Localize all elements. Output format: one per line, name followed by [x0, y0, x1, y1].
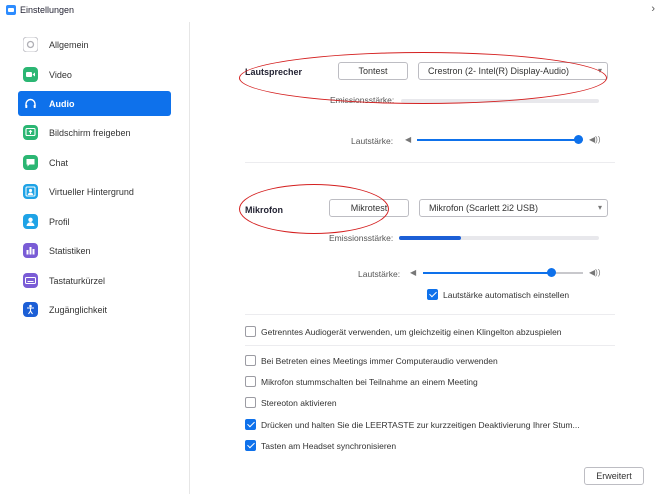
sidebar-item-label: Zugänglichkeit: [49, 305, 108, 315]
microphone-device-value: Mikrofon (Scarlett 2i2 USB): [429, 203, 539, 213]
accessibility-icon: [23, 302, 38, 317]
share-screen-icon: [23, 125, 38, 140]
sidebar-item-statistiken[interactable]: Statistiken: [18, 238, 171, 263]
option-label: Stereoton aktivieren: [261, 398, 337, 408]
gear-icon: [23, 37, 38, 52]
speaker-device-value: Crestron (2- Intel(R) Display-Audio): [428, 66, 570, 76]
checkbox-box[interactable]: [245, 440, 256, 451]
profile-icon: [23, 214, 38, 229]
checkbox-box[interactable]: [245, 376, 256, 387]
keyboard-icon: [23, 273, 38, 288]
speaker-test-button[interactable]: Tontest: [338, 62, 408, 80]
speaker-device-select[interactable]: Crestron (2- Intel(R) Display-Audio) ▾: [418, 62, 608, 80]
close-icon[interactable]: ›: [651, 3, 655, 15]
slider-knob[interactable]: [547, 268, 556, 277]
option-label: Bei Betreten eines Meetings immer Comput…: [261, 356, 498, 366]
microphone-device-select[interactable]: Mikrofon (Scarlett 2i2 USB) ▾: [419, 199, 608, 217]
section-divider: [245, 345, 615, 346]
advanced-button[interactable]: Erweitert: [584, 467, 644, 485]
sidebar-item-label: Audio: [49, 99, 75, 109]
microphone-volume-slider[interactable]: [423, 267, 583, 279]
slider-track-fill: [423, 272, 551, 274]
settings-sidebar: Allgemein Video Audio Bildschirm freigeb…: [0, 22, 190, 494]
option-label: Tasten am Headset synchronisieren: [261, 441, 397, 451]
slider-track-fill: [417, 139, 578, 141]
zoom-app-icon: [6, 5, 16, 15]
sidebar-item-bildschirm-freigeben[interactable]: Bildschirm freigeben: [18, 120, 171, 145]
chat-icon: [23, 155, 38, 170]
sidebar-item-profil[interactable]: Profil: [18, 209, 171, 234]
microphone-high-icon: ◀)): [589, 268, 601, 277]
option-label: Mikrofon stummschalten bei Teilnahme an …: [261, 377, 478, 387]
sidebar-item-label: Chat: [49, 158, 69, 168]
headphones-icon: [23, 96, 38, 111]
sidebar-item-audio[interactable]: Audio: [18, 91, 171, 116]
speaker-output-level-label: Emissionsstärke:: [330, 95, 395, 105]
title-bar: Einstellungen ›: [0, 0, 661, 22]
sidebar-item-virtueller-hintergrund[interactable]: Virtueller Hintergrund: [18, 179, 171, 204]
speaker-volume-slider[interactable]: [417, 134, 583, 146]
section-divider: [245, 314, 615, 315]
audio-settings-panel: Lautsprecher Tontest Crestron (2- Intel(…: [191, 22, 661, 494]
sidebar-item-chat[interactable]: Chat: [18, 150, 171, 175]
option-label: Getrenntes Audiogerät verwenden, um glei…: [261, 327, 562, 337]
checkbox-box[interactable]: [245, 397, 256, 408]
sidebar-item-allgemein[interactable]: Allgemein: [18, 32, 171, 57]
sidebar-item-label: Statistiken: [49, 246, 91, 256]
checkbox-box[interactable]: [245, 326, 256, 337]
speaker-label: Lautsprecher: [245, 67, 303, 77]
sidebar-item-label: Profil: [49, 217, 70, 227]
checkbox-box[interactable]: [245, 419, 256, 430]
window-title: Einstellungen: [20, 5, 75, 15]
sidebar-item-label: Bildschirm freigeben: [49, 128, 131, 138]
checkbox-box[interactable]: [245, 355, 256, 366]
auto-adjust-volume-label: Lautstärke automatisch einstellen: [443, 290, 570, 300]
slider-knob[interactable]: [574, 135, 583, 144]
microphone-low-icon: ◀: [410, 268, 417, 277]
microphone-volume-label: Lautstärke:: [358, 269, 401, 279]
sidebar-item-label: Allgemein: [49, 40, 89, 50]
sidebar-item-video[interactable]: Video: [18, 62, 171, 87]
microphone-input-meter-fill: [399, 236, 461, 240]
sidebar-item-label: Video: [49, 70, 72, 80]
microphone-input-level-label: Emissionsstärke:: [329, 233, 394, 243]
speaker-low-icon: ◀: [405, 135, 412, 144]
chevron-down-icon: ▾: [597, 203, 602, 212]
option-label: Drücken und halten Sie die LEERTASTE zur…: [261, 420, 580, 430]
microphone-test-button[interactable]: Mikrotest: [329, 199, 409, 217]
sidebar-item-tastaturkuerzel[interactable]: Tastaturkürzel: [18, 268, 171, 293]
chevron-down-icon: ▾: [597, 66, 602, 75]
speaker-high-icon: ◀)): [589, 135, 601, 144]
sidebar-item-label: Tastaturkürzel: [49, 276, 106, 286]
statistics-icon: [23, 243, 38, 258]
speaker-output-meter: [401, 99, 599, 103]
video-icon: [23, 67, 38, 82]
checkbox-box[interactable]: [427, 289, 438, 300]
speaker-volume-label: Lautstärke:: [351, 136, 394, 146]
sidebar-item-zugaenglichkeit[interactable]: Zugänglichkeit: [18, 297, 171, 322]
person-background-icon: [23, 184, 38, 199]
microphone-input-meter: [399, 236, 599, 240]
sidebar-item-label: Virtueller Hintergrund: [49, 187, 134, 197]
section-divider: [245, 162, 615, 163]
microphone-label: Mikrofon: [245, 205, 283, 215]
